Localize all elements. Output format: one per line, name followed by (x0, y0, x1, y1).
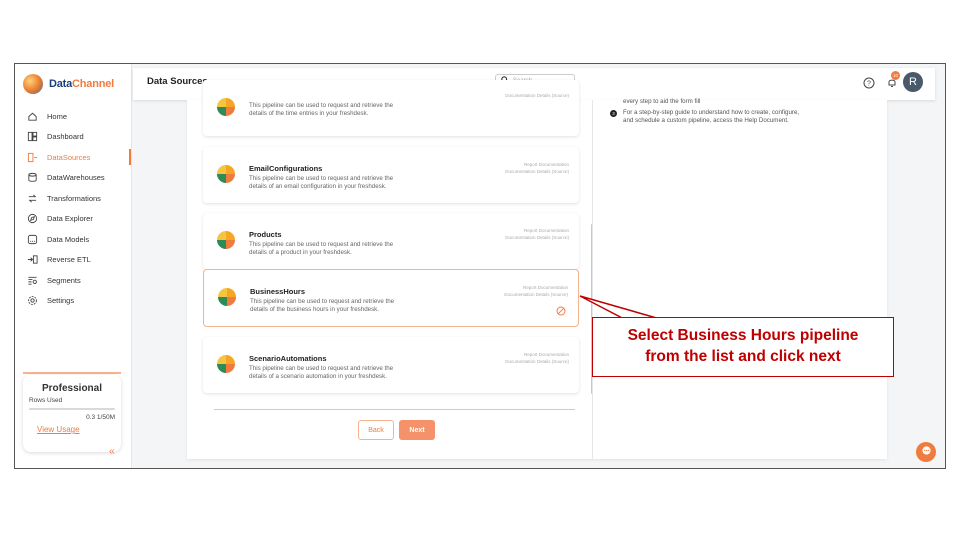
sidebar-item-datasources[interactable]: DataSources (15, 147, 131, 168)
freshdesk-logo-icon (217, 231, 235, 249)
pipeline-name: BusinessHours (250, 287, 306, 296)
pipeline-name: ScenarioAutomations (249, 354, 327, 363)
selected-check-icon (556, 303, 566, 316)
dashboard-icon (27, 131, 38, 142)
pipeline-doc-links[interactable]: Report Documentation Documentation Detail… (504, 285, 568, 299)
pipeline-card-emailconfigurations[interactable]: EmailConfigurations This pipeline can be… (203, 147, 579, 203)
chat-icon (921, 443, 932, 461)
pipeline-card-businesshours[interactable]: BusinessHours This pipeline can be used … (203, 269, 579, 327)
help-icon[interactable]: ? (863, 76, 875, 89)
brand[interactable]: DataChannel (23, 74, 114, 94)
pipeline-description: This pipeline can be used to request and… (250, 298, 395, 314)
plan-title: Professional (41, 383, 103, 394)
reverse-etl-icon (27, 254, 38, 265)
chat-button[interactable] (916, 442, 936, 462)
transform-icon (27, 193, 38, 204)
pipeline-description: This pipeline can be used to request and… (249, 175, 394, 191)
sidebar-item-label: Settings (47, 296, 75, 306)
rows-used-count: 0.3 1/50M (86, 414, 115, 421)
plan-card: Professional Rows Used 0.3 1/50M View Us… (23, 375, 121, 452)
callout-line-2: from the list and click next (645, 348, 841, 365)
svg-text:?: ? (867, 81, 871, 88)
help-text: every step to aid the form fill (623, 98, 701, 105)
view-usage-link[interactable]: View Usage (29, 425, 115, 434)
sidebar-item-reverse-etl[interactable]: Reverse ETL (15, 250, 131, 271)
freshdesk-logo-icon (217, 165, 235, 183)
pipeline-description: This pipeline can be used to request and… (249, 241, 394, 257)
datasource-icon (27, 152, 38, 163)
pipeline-card-products[interactable]: Products This pipeline can be used to re… (203, 213, 579, 269)
sidebar-item-data-explorer[interactable]: Data Explorer (15, 209, 131, 230)
collapse-sidebar-icon[interactable]: « (109, 446, 115, 457)
pipeline-doc-links[interactable]: Report Documentation Documentation Detail… (505, 162, 569, 176)
instruction-callout: Select Business Hours pipeline from the … (592, 317, 894, 377)
pipeline-description: This pipeline can be used to request and… (249, 365, 394, 381)
sidebar-item-label: DataSources (47, 152, 91, 162)
pipeline-doc-links[interactable]: Report Documentation Documentation Detail… (505, 228, 569, 242)
brand-logo-icon (23, 74, 43, 94)
sidebar-item-label: DataWarehouses (47, 173, 105, 183)
usage-progress-bar (29, 408, 115, 410)
sidebar-item-label: Reverse ETL (47, 255, 91, 265)
panel-divider (592, 100, 593, 459)
main-panel: This pipeline can be used to request and… (187, 80, 887, 459)
pipeline-name: EmailConfigurations (249, 164, 323, 173)
sidebar-item-settings[interactable]: Settings (15, 291, 131, 312)
pipeline-card[interactable]: This pipeline can be used to request and… (203, 80, 579, 136)
brand-name: DataChannel (49, 78, 115, 90)
home-icon (27, 111, 38, 122)
callout-line-1: Select Business Hours pipeline (627, 327, 859, 345)
settings-icon (27, 295, 38, 306)
plan-divider (23, 372, 121, 374)
pipeline-description: This pipeline can be used to request and… (249, 102, 394, 118)
back-button[interactable]: Back (358, 420, 394, 440)
help-step-number: 3 (610, 110, 617, 117)
sidebar-item-segments[interactable]: Segments (15, 270, 131, 291)
sidebar-item-label: Dashboard (47, 132, 84, 142)
sidebar-item-data-models[interactable]: Data Models (15, 229, 131, 250)
sidebar-item-home[interactable]: Home (15, 106, 131, 127)
sidebar-item-dashboard[interactable]: Dashboard (15, 127, 131, 148)
pipeline-card-scenarioautomations[interactable]: ScenarioAutomations This pipeline can be… (203, 337, 579, 393)
sidebar-item-datawarehouses[interactable]: DataWarehouses (15, 168, 131, 189)
segments-icon (27, 275, 38, 286)
page-title: Data Sources (147, 76, 208, 87)
next-button[interactable]: Next (399, 420, 435, 440)
warehouse-icon (27, 172, 38, 183)
rows-used-label: Rows Used (29, 397, 63, 404)
sidebar-item-label: Home (47, 111, 68, 121)
app-window: DataChannel Home Dashboard DataSources D… (14, 63, 946, 469)
pipeline-name: Products (249, 230, 282, 239)
notification-badge: 10 (891, 71, 900, 80)
sidebar-nav: Home Dashboard DataSources DataWarehouse… (15, 106, 131, 311)
pipeline-doc-links[interactable]: Report Documentation Documentation Detail… (505, 352, 569, 366)
sidebar-item-transformations[interactable]: Transformations (15, 188, 131, 209)
button-divider (214, 409, 575, 410)
help-text: For a step-by-step guide to understand h… (623, 109, 800, 125)
sidebar-item-label: Data Explorer (47, 214, 93, 224)
freshdesk-logo-icon (217, 98, 235, 116)
sidebar-item-label: Data Models (47, 234, 90, 244)
avatar[interactable]: R (903, 72, 923, 92)
pipeline-doc-links[interactable]: Documentation Details (Source) (505, 93, 569, 100)
sidebar-item-label: Transformations (47, 193, 101, 203)
explorer-icon (27, 213, 38, 224)
model-icon (27, 234, 38, 245)
sidebar-item-label: Segments (47, 275, 81, 285)
sidebar: DataChannel Home Dashboard DataSources D… (15, 64, 132, 468)
freshdesk-logo-icon (217, 355, 235, 373)
freshdesk-logo-icon (218, 288, 236, 306)
